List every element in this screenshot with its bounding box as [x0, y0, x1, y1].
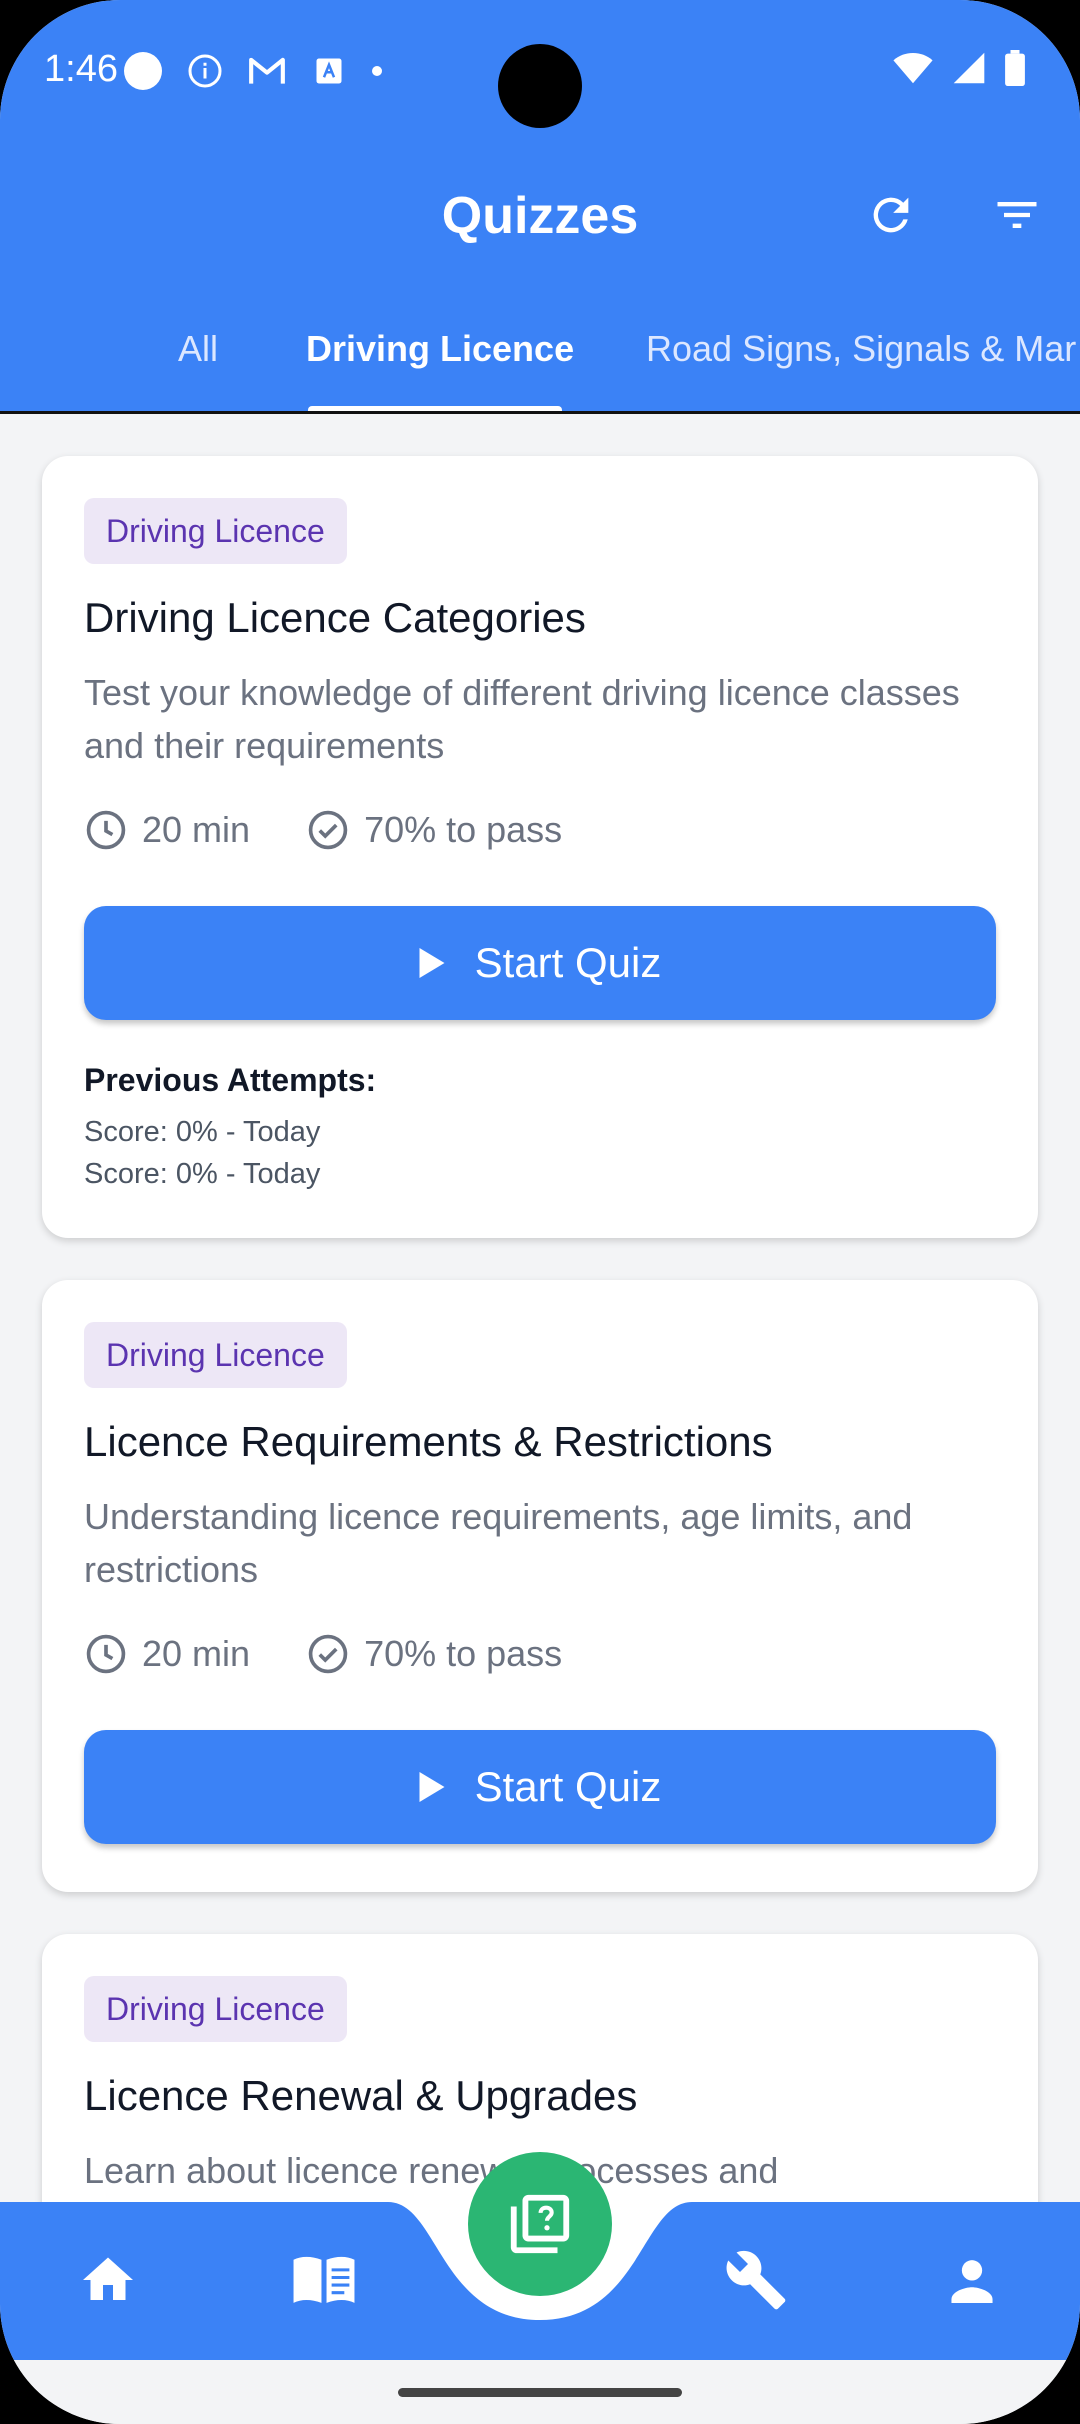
header-divider — [0, 411, 1080, 414]
previous-attempt: Score: 0% - Today — [84, 1158, 321, 1190]
status-bar: 1:46 — [0, 0, 1080, 140]
previous-attempt: Score: 0% - Today — [84, 1116, 321, 1148]
duration-text: 20 min — [142, 1633, 251, 1674]
filter-button[interactable] — [984, 182, 1050, 248]
duration-info: 20 min — [84, 1632, 250, 1676]
quiz-title: Driving Licence Categories — [84, 594, 586, 641]
battery-icon — [1005, 50, 1025, 86]
circle-notification-icon — [124, 52, 162, 90]
duration-text: 20 min — [142, 809, 251, 850]
start-quiz-label: Start Quiz — [474, 1763, 662, 1810]
tab-road-signs[interactable]: Road Signs, Signals & Mar — [646, 328, 1076, 370]
system-icons — [892, 50, 1026, 86]
translate-app-icon — [310, 52, 348, 90]
filter-icon — [997, 202, 1037, 228]
pass-text: 70% to pass — [364, 809, 563, 850]
pass-info: 70% to pass — [306, 808, 562, 852]
quiz-icon — [510, 2194, 570, 2254]
quiz-meta: 20 min 70% to pass — [84, 1632, 618, 1676]
quiz-title: Licence Renewal & Upgrades — [84, 2072, 638, 2119]
signal-icon — [953, 52, 985, 84]
more-notifications-dot-icon — [372, 66, 382, 76]
tab-driving-licence[interactable]: Driving Licence — [306, 328, 574, 370]
category-tabs: All Driving Licence Road Signs, Signals … — [0, 320, 1080, 414]
start-quiz-button[interactable]: Start Quiz — [84, 906, 996, 1020]
category-badge: Driving Licence — [84, 498, 347, 564]
wrench-icon — [726, 2250, 786, 2310]
quiz-meta: 20 min 70% to pass — [84, 808, 618, 852]
tab-all[interactable]: All — [178, 328, 218, 370]
quiz-description: Understanding licence requirements, age … — [84, 1496, 913, 1590]
app-screen: 1:46 Quizzes All Driving Licence Road Si… — [0, 0, 1080, 2424]
nav-profile-button[interactable] — [934, 2242, 1010, 2318]
info-icon — [186, 52, 224, 90]
clock-icon — [86, 810, 126, 850]
start-quiz-button[interactable]: Start Quiz — [84, 1730, 996, 1844]
check-circle-icon — [308, 1634, 348, 1674]
quiz-card: Driving Licence Licence Requirements & R… — [42, 1280, 1038, 1892]
home-icon — [83, 2257, 133, 2300]
nav-home-button[interactable] — [70, 2242, 146, 2318]
quiz-card: Driving Licence Driving Licence Categori… — [42, 456, 1038, 1238]
quiz-fab-button[interactable] — [468, 2152, 612, 2296]
quiz-description: Test your knowledge of different driving… — [84, 672, 960, 766]
book-icon — [293, 2256, 355, 2303]
start-quiz-label: Start Quiz — [474, 939, 662, 986]
gmail-icon — [248, 52, 286, 90]
nav-tools-button[interactable] — [718, 2242, 794, 2318]
previous-attempts-title: Previous Attempts: — [84, 1062, 377, 1098]
play-icon — [419, 1772, 445, 1802]
camera-cutout — [498, 44, 582, 128]
play-icon — [419, 948, 445, 978]
notification-icons — [124, 52, 382, 90]
check-circle-icon — [308, 810, 348, 850]
wifi-icon — [893, 53, 933, 84]
pass-text: 70% to pass — [364, 1633, 563, 1674]
pass-info: 70% to pass — [306, 1632, 562, 1676]
app-header: 1:46 Quizzes All Driving Licence Road Si… — [0, 0, 1080, 414]
clock-icon — [86, 1634, 126, 1674]
gesture-handle[interactable] — [398, 2388, 682, 2397]
status-time: 1:46 — [44, 48, 118, 90]
refresh-icon — [873, 197, 909, 233]
category-badge: Driving Licence — [84, 1976, 347, 2042]
nav-learn-button[interactable] — [286, 2242, 362, 2318]
quiz-title: Licence Requirements & Restrictions — [84, 1418, 773, 1465]
duration-info: 20 min — [84, 808, 250, 852]
refresh-button[interactable] — [858, 182, 924, 248]
category-badge: Driving Licence — [84, 1322, 347, 1388]
person-icon — [951, 2260, 993, 2303]
